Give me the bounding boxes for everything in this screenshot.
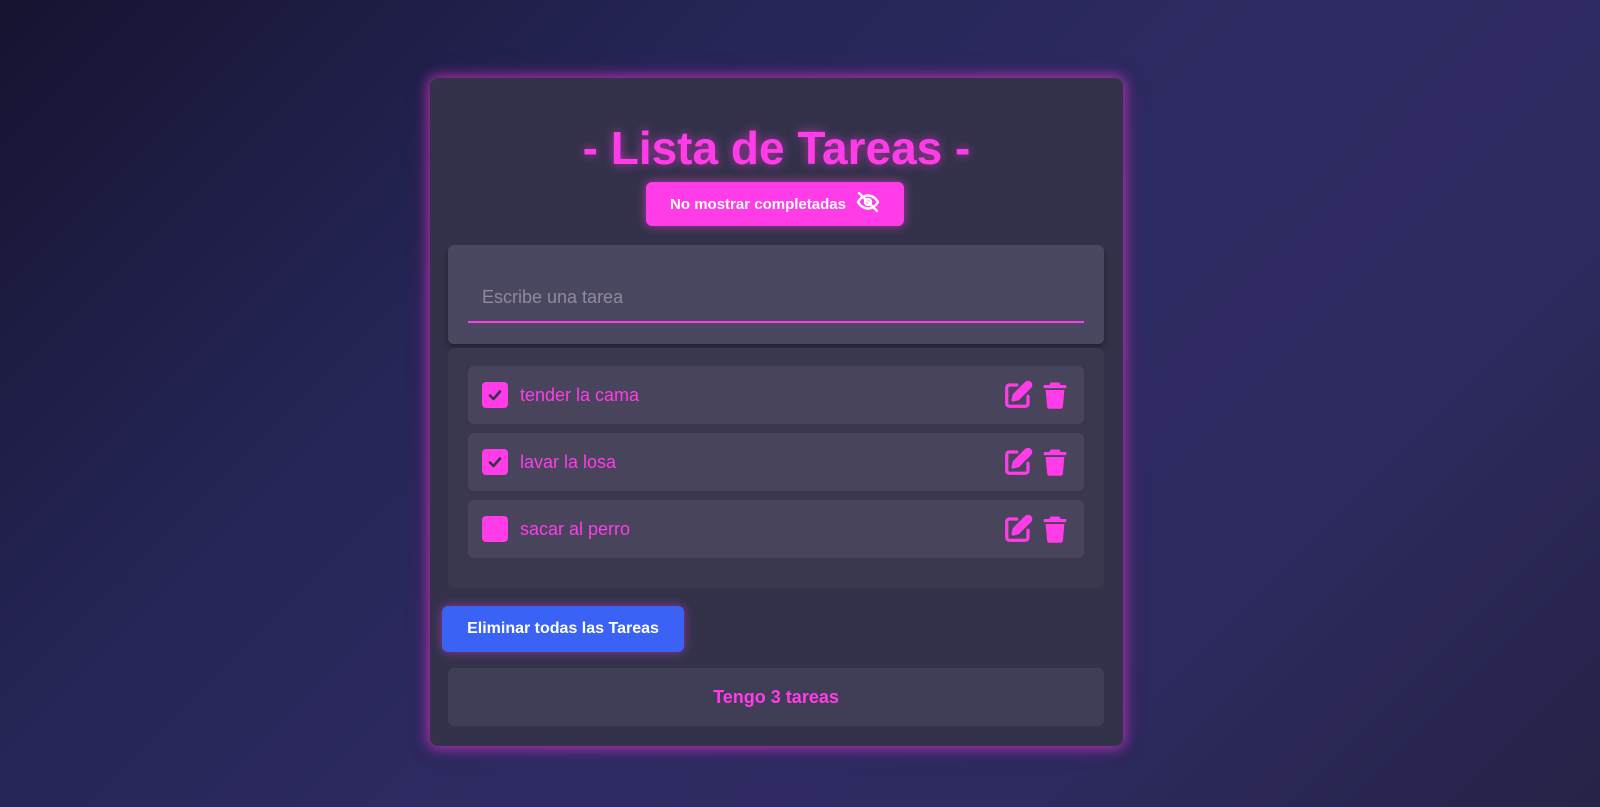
task-checkbox[interactable] bbox=[482, 516, 508, 542]
pen-to-square-icon[interactable] bbox=[1003, 513, 1033, 545]
trash-icon[interactable] bbox=[1040, 379, 1070, 411]
task-label: lavar la losa bbox=[520, 451, 617, 472]
pen-to-square-icon[interactable] bbox=[1003, 446, 1033, 478]
trash-icon[interactable] bbox=[1040, 446, 1070, 478]
task-checkbox[interactable] bbox=[482, 449, 508, 475]
task-item: tender la cama bbox=[468, 366, 1084, 424]
hide-completed-label: No mostrar completadas bbox=[670, 195, 846, 213]
task-label: tender la cama bbox=[520, 384, 640, 405]
trash-icon[interactable] bbox=[1040, 513, 1070, 545]
pen-to-square-icon[interactable] bbox=[1003, 379, 1033, 411]
task-list: tender la cama lavar la losa sacar al pe… bbox=[448, 348, 1104, 588]
eye-slash-icon bbox=[856, 190, 880, 218]
task-input-panel bbox=[448, 245, 1104, 344]
task-counter: Tengo 3 tareas bbox=[448, 668, 1104, 726]
task-item: sacar al perro bbox=[468, 500, 1084, 558]
task-input[interactable] bbox=[468, 273, 1084, 323]
task-item: lavar la losa bbox=[468, 433, 1084, 491]
check-icon bbox=[488, 457, 502, 468]
task-counter-text: Tengo 3 tareas bbox=[713, 686, 839, 707]
delete-all-button[interactable]: Eliminar todas las Tareas bbox=[442, 606, 684, 652]
task-label: sacar al perro bbox=[520, 518, 631, 539]
hide-completed-button[interactable]: No mostrar completadas bbox=[646, 182, 904, 226]
page-title: - Lista de Tareas - bbox=[582, 122, 971, 174]
check-icon bbox=[488, 390, 502, 401]
todo-card: - Lista de Tareas - No mostrar completad… bbox=[430, 78, 1123, 746]
task-checkbox[interactable] bbox=[482, 382, 508, 408]
